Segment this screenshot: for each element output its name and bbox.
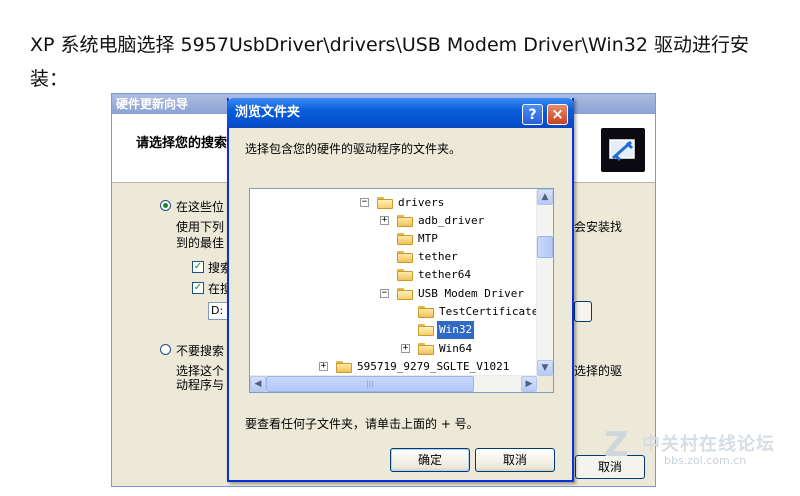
folder-tree[interactable]: − drivers + adb_driver MTP tether tether… bbox=[249, 188, 554, 393]
tree-node-label: Win64 bbox=[439, 342, 473, 355]
folder-icon bbox=[397, 251, 413, 263]
browse-folder-dialog: 浏览文件夹 ? × 选择包含您的硬件的驱动程序的文件夹。 − drivers +… bbox=[227, 98, 574, 482]
vertical-scrollbar[interactable]: ▲ ▼ bbox=[536, 189, 553, 376]
watermark-url: bbs.zol.com.cn bbox=[664, 454, 747, 467]
folder-icon bbox=[397, 215, 413, 227]
tree-node-label: MTP bbox=[418, 232, 438, 245]
folder-icon bbox=[397, 269, 413, 281]
folder-icon bbox=[397, 233, 413, 245]
wizard-header-title: 请选择您的搜索 bbox=[136, 136, 228, 151]
tree-node-label: USB Modem Driver bbox=[418, 287, 524, 300]
folder-open-icon bbox=[397, 288, 413, 300]
radio-search-label: 在这些位 bbox=[176, 200, 225, 214]
nosearch-description-right: 选择的驱 bbox=[574, 364, 623, 378]
scroll-down-button[interactable]: ▼ bbox=[537, 360, 553, 376]
vertical-scroll-thumb[interactable] bbox=[537, 236, 553, 258]
nosearch-description-2: 动程序与 bbox=[176, 378, 225, 392]
scroll-up-button[interactable]: ▲ bbox=[537, 189, 553, 205]
close-button[interactable]: × bbox=[547, 104, 568, 125]
expand-icon[interactable]: + bbox=[401, 344, 410, 353]
tree-node-label: drivers bbox=[398, 196, 445, 209]
browse-button[interactable] bbox=[574, 301, 592, 322]
folder-icon bbox=[336, 361, 352, 373]
scroll-right-button[interactable]: ▶ bbox=[521, 376, 537, 392]
dialog-instruction: 选择包含您的硬件的驱动程序的文件夹。 bbox=[245, 142, 462, 156]
horizontal-scrollbar[interactable]: ◀ ||| ▶ bbox=[250, 375, 537, 392]
tree-node-label: 595719_9279_SGLTE_V1021 bbox=[357, 360, 510, 373]
expand-icon[interactable]: + bbox=[319, 362, 328, 371]
collapse-icon[interactable]: − bbox=[360, 198, 369, 207]
checkbox-include-location[interactable]: ✓ bbox=[192, 282, 204, 294]
folder-icon bbox=[418, 306, 434, 318]
tree-node-label: adb_driver bbox=[418, 214, 485, 227]
tree-node-label-selected: Win32 bbox=[437, 321, 475, 339]
scroll-left-button[interactable]: ◀ bbox=[250, 376, 266, 392]
dialog-hint: 要查看任何子文件夹，请单击上面的 + 号。 bbox=[245, 417, 479, 431]
search-description-1: 使用下列 bbox=[176, 220, 225, 234]
watermark-logo: Z bbox=[604, 425, 629, 465]
document-line-2: 装： bbox=[30, 68, 69, 90]
tree-node-label: tether bbox=[418, 250, 458, 263]
checkbox-search-removable[interactable]: ✓ bbox=[192, 261, 204, 273]
collapse-icon[interactable]: − bbox=[380, 289, 389, 298]
search-description-2: 到的最佳 bbox=[176, 236, 225, 250]
radio-dont-search[interactable] bbox=[160, 344, 171, 355]
search-description-right: 会安装找 bbox=[574, 220, 623, 234]
help-button[interactable]: ? bbox=[522, 104, 543, 125]
hardware-icon bbox=[601, 128, 645, 172]
folder-open-icon bbox=[377, 197, 393, 209]
radio-dont-search-label: 不要搜索 bbox=[176, 344, 225, 358]
expand-icon[interactable]: + bbox=[380, 216, 389, 225]
scrollbar-corner bbox=[537, 376, 553, 392]
horizontal-scroll-thumb[interactable]: ||| bbox=[266, 376, 474, 392]
watermark-site-name: 中关村在线论坛 bbox=[642, 434, 775, 455]
tree-node-label: TestCertificate bbox=[439, 305, 539, 318]
folder-open-icon bbox=[418, 324, 434, 336]
watermark: Z 中关村在线论坛 bbs.zol.com.cn bbox=[604, 426, 794, 476]
ok-button[interactable]: 确定 bbox=[390, 448, 470, 472]
radio-search-locations[interactable] bbox=[160, 200, 171, 211]
folder-icon bbox=[418, 343, 434, 355]
tree-node-label: tether64 bbox=[418, 268, 471, 281]
dialog-title: 浏览文件夹 bbox=[235, 105, 301, 120]
document-line-1: XP 系统电脑选择 5957UsbDriver\drivers\USB Mode… bbox=[30, 34, 749, 56]
cancel-button[interactable]: 取消 bbox=[475, 448, 555, 472]
